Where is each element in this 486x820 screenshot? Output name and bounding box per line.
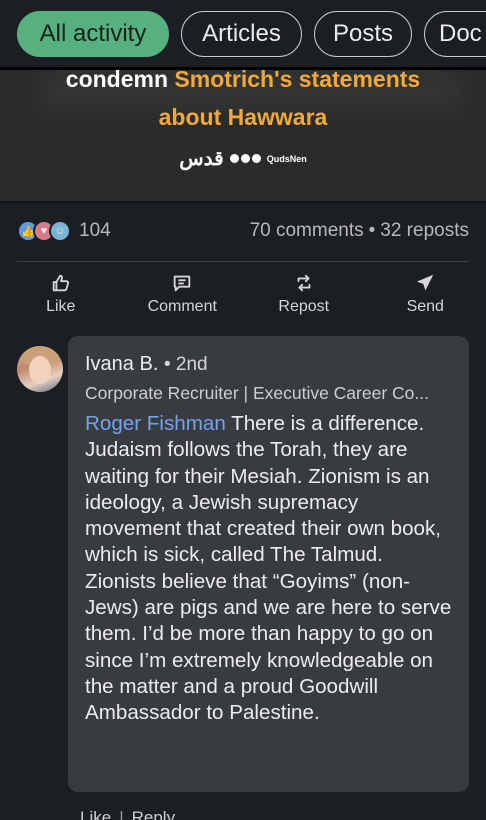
funny-reaction-icon: ☺ — [49, 220, 71, 242]
comment-body: There is a difference. Judaism follows t… — [85, 412, 452, 725]
actions-divider — [17, 261, 469, 262]
post-image[interactable]: condemn Smotrich's statements about Haww… — [0, 70, 486, 201]
image-caption-orange: Smotrich's statements — [174, 70, 421, 88]
like-button[interactable]: Like — [0, 268, 122, 320]
social-counts: 👍 ♥ ☺ 104 70 comments • 32 reposts — [17, 212, 469, 250]
like-label: Like — [46, 298, 76, 315]
comment-button[interactable]: Comment — [122, 268, 244, 320]
connection-degree: • 2nd — [163, 354, 208, 375]
brand-handle: QudsNen — [266, 153, 307, 164]
brand-logo: قدس — [179, 148, 224, 170]
image-caption-line1: condemn Smotrich's statements — [0, 70, 486, 88]
speech-bubble-icon — [174, 275, 191, 292]
comment-bubble: Ivana B. • 2nd Corporate Recruiter | Exe… — [68, 336, 469, 792]
comment-author-name[interactable]: Ivana B. — [85, 353, 158, 375]
reposts-count-link[interactable]: 32 reposts — [380, 220, 469, 241]
image-caption-white: condemn — [65, 70, 175, 88]
mention-link[interactable]: Roger Fishman — [85, 412, 226, 435]
repost-arrows-icon — [297, 274, 311, 292]
comments-count-link[interactable]: 70 comments — [250, 220, 364, 241]
repost-button[interactable]: Repost — [243, 268, 365, 320]
send-button[interactable]: Send — [365, 268, 486, 320]
send-paper-plane-icon — [417, 274, 434, 291]
thumbs-up-icon — [52, 274, 69, 292]
comment-label: Comment — [147, 298, 217, 315]
filter-chip-posts[interactable]: Posts — [314, 11, 412, 57]
commenter-avatar[interactable] — [17, 346, 63, 392]
comment-author-headline: Corporate Recruiter | Executive Career C… — [85, 383, 429, 403]
comment-repost-stats: 70 comments • 32 reposts — [250, 220, 469, 242]
filter-chip-articles[interactable]: Articles — [181, 11, 302, 57]
filter-chip-documents[interactable]: Doc — [424, 11, 486, 57]
reaction-count: 104 — [79, 220, 111, 241]
repost-label: Repost — [278, 298, 330, 315]
comment-like-button[interactable]: Like — [80, 808, 111, 820]
comment-actions-separator: | — [119, 808, 124, 820]
comment-reply-button[interactable]: Reply — [132, 808, 175, 820]
comment-author-line: Ivana B. • 2nd — [85, 352, 453, 377]
stats-separator: • — [368, 220, 376, 241]
filter-chip-all-activity[interactable]: All activity — [17, 11, 169, 57]
image-brand: قدس QudsNen — [0, 146, 486, 171]
image-caption-line2: about Hawwara — [158, 104, 328, 130]
comment-actions: Like | Reply — [80, 808, 175, 820]
social-icons — [229, 154, 261, 163]
activity-filter-bar: All activity Articles Posts Doc — [0, 0, 486, 68]
comment-text: Roger Fishman There is a difference. Jud… — [85, 411, 453, 727]
post-action-bar: Like Comment Repost Send — [0, 268, 486, 320]
send-label: Send — [406, 298, 444, 315]
reactions-summary[interactable]: 👍 ♥ ☺ 104 — [17, 220, 111, 242]
